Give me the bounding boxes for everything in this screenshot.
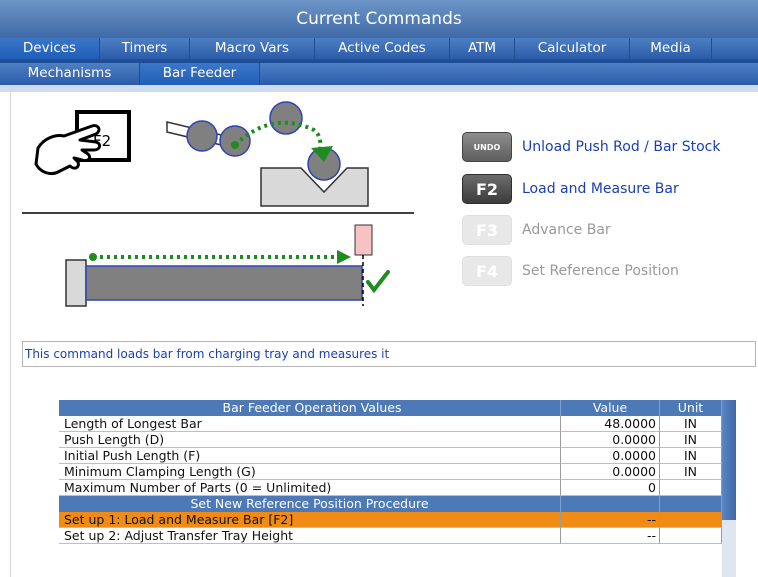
section-header-row: Set New Reference Position Procedure [59, 496, 722, 512]
row-value[interactable]: 0.0000 [561, 432, 660, 448]
f4-key-icon: F4 [462, 256, 512, 286]
row-name: Initial Push Length (F) [59, 448, 561, 464]
row-unit [660, 512, 722, 528]
table-row[interactable]: Minimum Clamping Length (G) 0.0000 IN [59, 464, 722, 480]
tab-atm[interactable]: ATM [450, 38, 515, 59]
command-description: This command loads bar from charging tra… [22, 341, 756, 367]
f3-key-icon: F3 [462, 215, 512, 245]
check-icon [366, 270, 390, 294]
operation-values-table: Bar Feeder Operation Values Value Unit L… [59, 400, 722, 544]
row-unit: IN [660, 416, 722, 432]
procedure-row[interactable]: Set up 2: Adjust Transfer Tray Height -- [59, 528, 722, 544]
arrow-head [337, 250, 351, 264]
command-label-advance: Advance Bar [522, 222, 611, 238]
pointing-hand-icon [34, 124, 102, 176]
column-header-value: Value [561, 400, 660, 416]
tab-underline [0, 85, 758, 92]
row-value[interactable]: 0.0000 [561, 448, 660, 464]
section-title: Set New Reference Position Procedure [59, 496, 561, 512]
command-label-set-reference: Set Reference Position [522, 263, 679, 279]
table-row[interactable]: Initial Push Length (F) 0.0000 IN [59, 448, 722, 464]
tab-media[interactable]: Media [630, 38, 712, 59]
bar-stock [85, 265, 363, 301]
tab-timers[interactable]: Timers [100, 38, 190, 59]
row-unit [660, 480, 722, 496]
command-set-reference: F4 Set Reference Position [462, 256, 679, 286]
row-value[interactable]: 48.0000 [561, 416, 660, 432]
table-row[interactable]: Push Length (D) 0.0000 IN [59, 432, 722, 448]
table-header-row: Bar Feeder Operation Values Value Unit [59, 400, 722, 416]
row-value: -- [561, 528, 660, 544]
reference-stop [354, 224, 373, 256]
secondary-tab-bar: Mechanisms Bar Feeder [0, 63, 758, 85]
scrollbar-thumb[interactable] [722, 400, 736, 520]
row-unit: IN [660, 448, 722, 464]
command-unload[interactable]: UNDO Unload Push Rod / Bar Stock [462, 132, 720, 162]
command-load-measure[interactable]: F2 Load and Measure Bar [462, 174, 679, 204]
f2-key-icon[interactable]: F2 [462, 174, 512, 204]
primary-tab-bar: Devices Timers Macro Vars Active Codes A… [0, 38, 758, 59]
undo-key-icon[interactable]: UNDO [462, 132, 512, 162]
tab-macro-vars[interactable]: Macro Vars [190, 38, 315, 59]
row-name: Set up 1: Load and Measure Bar [F2] [59, 512, 561, 528]
row-value: -- [561, 512, 660, 528]
table-scrollbar[interactable] [722, 400, 736, 577]
row-value[interactable]: 0 [561, 480, 660, 496]
row-value[interactable]: 0.0000 [561, 464, 660, 480]
procedure-row-selected[interactable]: Set up 1: Load and Measure Bar [F2] -- [59, 512, 722, 528]
tab-mechanisms[interactable]: Mechanisms [0, 63, 140, 85]
column-header-name: Bar Feeder Operation Values [59, 400, 561, 416]
row-name: Push Length (D) [59, 432, 561, 448]
bar-feeder-illustration: F2 [22, 100, 414, 331]
tab-active-codes[interactable]: Active Codes [315, 38, 450, 59]
tab-calculator[interactable]: Calculator [515, 38, 630, 59]
row-unit: IN [660, 432, 722, 448]
bar-stock-circle [186, 120, 218, 152]
bar-end-cap [65, 259, 87, 307]
command-label-load-measure[interactable]: Load and Measure Bar [522, 181, 679, 197]
bar-stock-circle [269, 101, 303, 135]
command-advance: F3 Advance Bar [462, 215, 611, 245]
table-row[interactable]: Maximum Number of Parts (0 = Unlimited) … [59, 480, 722, 496]
command-label-unload[interactable]: Unload Push Rod / Bar Stock [522, 139, 720, 155]
window-title: Current Commands [0, 0, 758, 38]
tab-devices[interactable]: Devices [0, 38, 100, 59]
row-name: Set up 2: Adjust Transfer Tray Height [59, 528, 561, 544]
row-name: Length of Longest Bar [59, 416, 561, 432]
table-row[interactable]: Length of Longest Bar 48.0000 IN [59, 416, 722, 432]
row-name: Maximum Number of Parts (0 = Unlimited) [59, 480, 561, 496]
illustration-graphic: F2 [22, 101, 414, 307]
row-unit [660, 528, 722, 544]
column-header-unit: Unit [660, 400, 722, 416]
tab-bar-feeder[interactable]: Bar Feeder [140, 63, 260, 85]
row-name: Minimum Clamping Length (G) [59, 464, 561, 480]
panel-border [10, 92, 11, 577]
row-unit: IN [660, 464, 722, 480]
